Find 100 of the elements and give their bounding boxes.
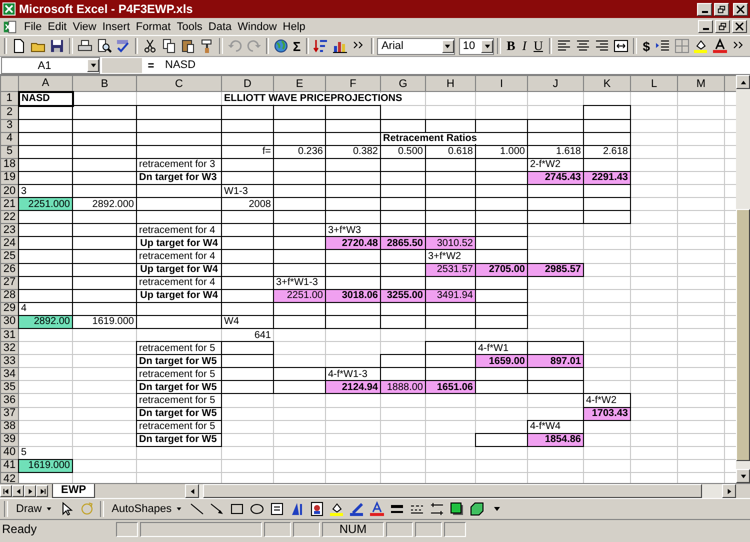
row-header[interactable]: 40 (0, 446, 18, 460)
table-cell[interactable]: 1888.00 (380, 380, 426, 394)
menu-item[interactable]: Insert (99, 20, 133, 32)
table-cell[interactable]: 2745.43 (528, 171, 584, 184)
table-cell[interactable]: retracement for 5 (136, 394, 222, 408)
table-cell[interactable]: 1854.86 (528, 433, 584, 446)
table-cell[interactable]: NASD (18, 92, 72, 106)
column-header[interactable]: B (72, 76, 136, 92)
table-cell[interactable]: 1703.43 (584, 407, 630, 420)
table-cell[interactable]: 2892.000 (72, 198, 136, 211)
table-cell[interactable]: 3+f*W1-3 (274, 276, 326, 290)
column-header[interactable]: F (326, 76, 380, 92)
table-cell[interactable]: 2720.48 (326, 236, 380, 250)
draw-menu-button[interactable]: Draw (12, 503, 56, 515)
table-cell[interactable]: 0.236 (274, 145, 326, 158)
table-cell[interactable]: retracement for 4 (136, 250, 222, 264)
table-cell[interactable]: 4 (18, 302, 72, 316)
table-cell[interactable]: W1-3 (222, 184, 274, 198)
row-header[interactable]: 32 (0, 342, 18, 355)
table-cell[interactable]: 0.618 (426, 145, 476, 158)
menu-item[interactable]: Format (132, 20, 174, 32)
row-header[interactable]: 5 (0, 145, 18, 158)
table-cell[interactable]: Up target for W4 (136, 236, 222, 250)
table-cell[interactable]: Up target for W4 (136, 263, 222, 276)
sheet-tab[interactable]: EWP (52, 484, 96, 498)
row-header[interactable]: 25 (0, 250, 18, 264)
column-header[interactable]: E (274, 76, 326, 92)
table-cell[interactable]: retracement for 4 (136, 224, 222, 237)
table-cell[interactable]: 2-f*W2 (528, 158, 584, 172)
formula-input[interactable]: NASD (160, 58, 749, 73)
menu-item[interactable]: Edit (44, 20, 70, 32)
row-header[interactable]: 1 (0, 92, 18, 106)
column-header[interactable]: K (584, 76, 630, 92)
autosum-button[interactable]: Σ (290, 38, 303, 54)
table-cell[interactable]: 1651.06 (426, 380, 476, 394)
table-cell[interactable]: 3018.06 (326, 289, 380, 302)
menu-item[interactable]: Window (234, 20, 280, 32)
column-header[interactable]: L (630, 76, 678, 92)
row-header[interactable]: 2 (0, 106, 18, 119)
table-cell[interactable]: 1619.000 (18, 459, 72, 473)
row-header[interactable]: 34 (0, 368, 18, 381)
table-cell[interactable]: retracement for 4 (136, 276, 222, 290)
table-cell[interactable]: 2985.57 (528, 263, 584, 276)
table-cell[interactable]: 4-f*W2 (584, 394, 630, 408)
row-header[interactable]: 41 (0, 459, 18, 473)
format-button[interactable]: B (504, 38, 518, 54)
font-size-dropdown[interactable]: 10 (458, 38, 494, 54)
table-cell[interactable]: retracement for 5 (136, 368, 222, 381)
format-button[interactable]: U (530, 38, 546, 54)
currency-button[interactable]: $ (640, 38, 653, 54)
table-cell[interactable]: Dn target for W5 (136, 354, 222, 368)
table-cell[interactable]: retracement for 3 (136, 158, 222, 172)
table-cell[interactable]: 2251.000 (18, 198, 72, 211)
table-cell[interactable]: 2291.43 (584, 171, 630, 184)
row-header[interactable]: 4 (0, 132, 18, 146)
table-cell[interactable]: 2124.94 (326, 380, 380, 394)
format-button[interactable]: I (519, 38, 530, 54)
table-cell[interactable]: 1.000 (476, 145, 528, 158)
row-header[interactable]: 33 (0, 354, 18, 368)
menu-item[interactable]: View (70, 20, 100, 32)
table-cell[interactable]: Dn target for W5 (136, 407, 222, 420)
row-header[interactable]: 30 (0, 315, 18, 328)
table-cell[interactable]: retracement for 5 (136, 420, 222, 434)
font-dropdown[interactable]: Arial (377, 38, 455, 54)
column-header[interactable]: H (426, 76, 476, 92)
menu-item[interactable]: Tools (174, 20, 206, 32)
row-header[interactable]: 21 (0, 198, 18, 211)
table-cell[interactable]: 1.618 (528, 145, 584, 158)
table-cell[interactable]: Up target for W4 (136, 289, 222, 302)
table-cell[interactable]: 4-f*W1-3 (326, 368, 380, 381)
table-cell[interactable]: 0.382 (326, 145, 380, 158)
row-header[interactable]: 26 (0, 263, 18, 276)
row-header[interactable]: 27 (0, 276, 18, 290)
table-cell[interactable]: 3255.00 (380, 289, 426, 302)
table-cell[interactable]: f= (222, 145, 274, 158)
column-header[interactable]: A (18, 76, 72, 92)
row-header[interactable]: 36 (0, 394, 18, 408)
row-header[interactable]: 22 (0, 210, 18, 224)
table-cell[interactable]: 1619.000 (72, 315, 136, 328)
table-cell[interactable]: 1659.00 (476, 354, 528, 368)
table-cell[interactable]: 2705.00 (476, 263, 528, 276)
table-cell[interactable]: retracement for 5 (136, 342, 222, 355)
table-cell[interactable]: 897.01 (528, 354, 584, 368)
row-header[interactable]: 38 (0, 420, 18, 434)
table-cell[interactable]: W4 (222, 315, 274, 328)
column-header[interactable]: C (136, 76, 222, 92)
table-cell[interactable]: 3+f*W3 (326, 224, 380, 237)
row-header[interactable]: 28 (0, 289, 18, 302)
row-header[interactable]: 31 (0, 328, 18, 342)
row-header[interactable]: 37 (0, 407, 18, 420)
table-cell[interactable]: 3010.52 (426, 236, 476, 250)
table-cell[interactable]: 4-f*W4 (528, 420, 584, 434)
autoshapes-menu-button[interactable]: AutoShapes (108, 503, 186, 515)
table-cell[interactable]: Dn target for W5 (136, 433, 222, 446)
column-header[interactable]: I (476, 76, 528, 92)
column-header[interactable]: J (528, 76, 584, 92)
row-header[interactable]: 3 (0, 119, 18, 132)
row-header[interactable]: 23 (0, 224, 18, 237)
column-header[interactable]: D (222, 76, 274, 92)
table-cell[interactable]: 2865.50 (380, 236, 426, 250)
